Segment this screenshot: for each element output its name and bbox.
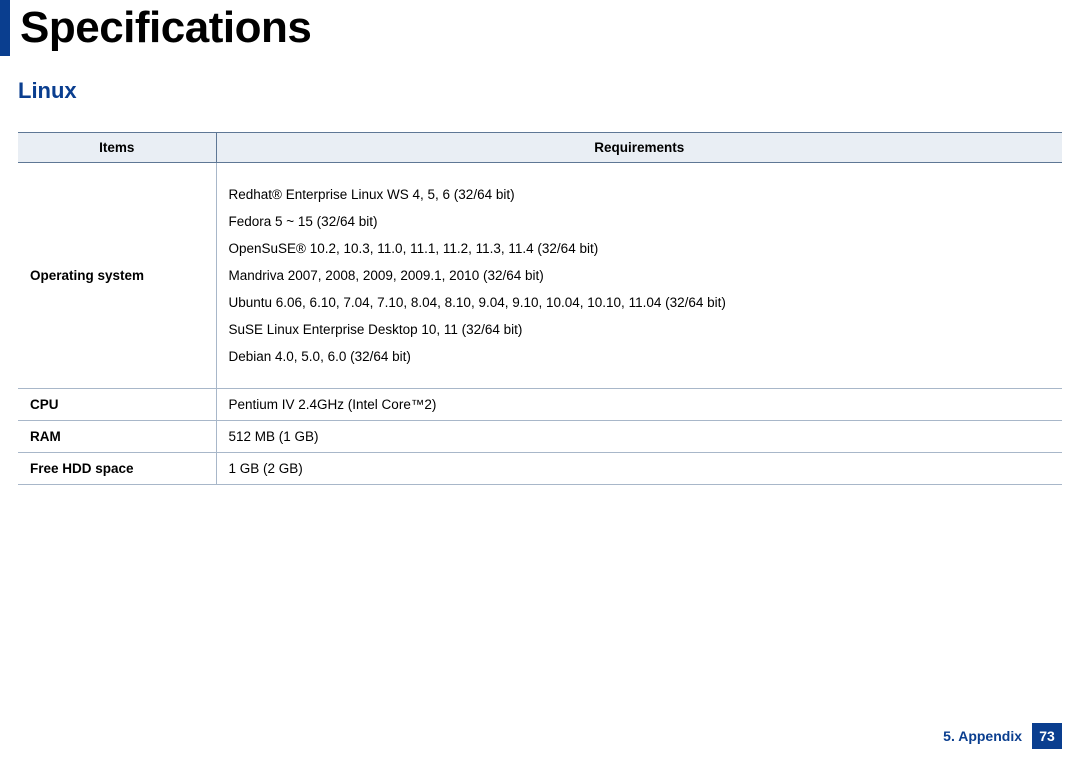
header-items: Items xyxy=(18,133,216,163)
specifications-table: Items Requirements Operating system Redh… xyxy=(18,132,1062,485)
page-title: Specifications xyxy=(20,3,311,53)
row-label-hdd: Free HDD space xyxy=(18,453,216,485)
row-label-ram: RAM xyxy=(18,421,216,453)
row-value-os: Redhat® Enterprise Linux WS 4, 5, 6 (32/… xyxy=(216,163,1062,389)
row-value-ram: 512 MB (1 GB) xyxy=(216,421,1062,453)
os-entry: Redhat® Enterprise Linux WS 4, 5, 6 (32/… xyxy=(229,181,1053,208)
table-row: Free HDD space 1 GB (2 GB) xyxy=(18,453,1062,485)
os-entry: SuSE Linux Enterprise Desktop 10, 11 (32… xyxy=(229,316,1053,343)
os-entry: Debian 4.0, 5.0, 6.0 (32/64 bit) xyxy=(229,343,1053,370)
os-entry: Fedora 5 ~ 15 (32/64 bit) xyxy=(229,208,1053,235)
table-row: CPU Pentium IV 2.4GHz (Intel Core™2) xyxy=(18,389,1062,421)
row-label-cpu: CPU xyxy=(18,389,216,421)
os-entry: Mandriva 2007, 2008, 2009, 2009.1, 2010 … xyxy=(229,262,1053,289)
header-requirements: Requirements xyxy=(216,133,1062,163)
row-label-os: Operating system xyxy=(18,163,216,389)
title-accent-bar xyxy=(0,0,10,56)
footer-chapter: 5. Appendix xyxy=(943,728,1022,744)
row-value-cpu: Pentium IV 2.4GHz (Intel Core™2) xyxy=(216,389,1062,421)
section-heading: Linux xyxy=(18,78,1080,104)
table-header-row: Items Requirements xyxy=(18,133,1062,163)
row-value-hdd: 1 GB (2 GB) xyxy=(216,453,1062,485)
page-footer: 5. Appendix 73 xyxy=(943,723,1062,749)
os-entry: Ubuntu 6.06, 6.10, 7.04, 7.10, 8.04, 8.1… xyxy=(229,289,1053,316)
table-row: Operating system Redhat® Enterprise Linu… xyxy=(18,163,1062,389)
footer-page-number: 73 xyxy=(1032,723,1062,749)
os-entry: OpenSuSE® 10.2, 10.3, 11.0, 11.1, 11.2, … xyxy=(229,235,1053,262)
table-row: RAM 512 MB (1 GB) xyxy=(18,421,1062,453)
os-list: Redhat® Enterprise Linux WS 4, 5, 6 (32/… xyxy=(229,171,1053,380)
title-area: Specifications xyxy=(0,0,1080,56)
